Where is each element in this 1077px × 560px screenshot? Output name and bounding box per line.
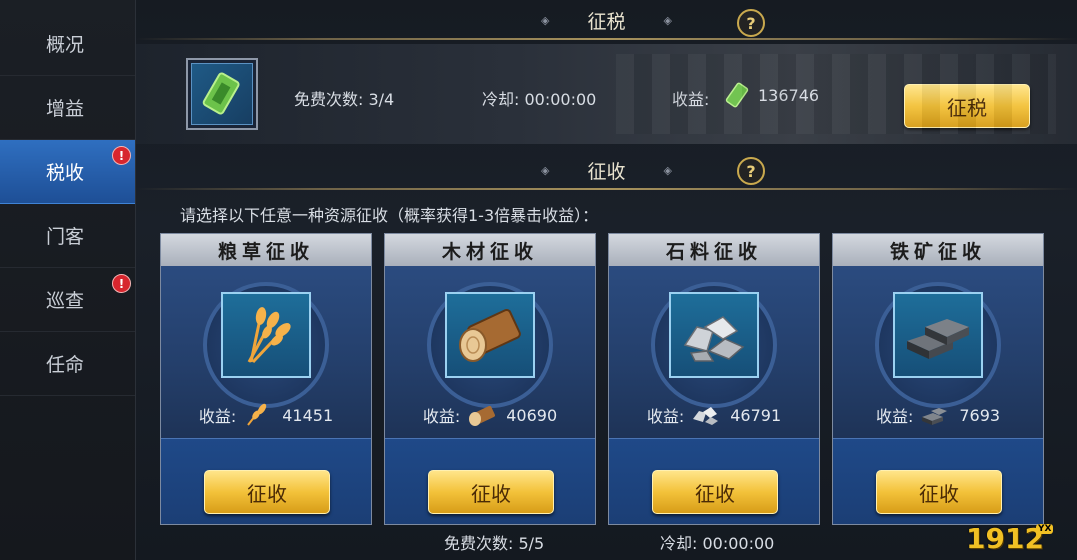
card-title-banner: 石料征收	[609, 234, 819, 266]
wheat-icon	[242, 403, 274, 427]
sidebar-item-buffs[interactable]: 增益	[0, 76, 135, 140]
ornament-icon: ◈	[663, 13, 672, 27]
tax-row: 免费次数: 3/4 冷却: 00:00:00 收益: 136746 征税	[136, 44, 1077, 144]
sidebar-item-retainers[interactable]: 门客	[0, 204, 135, 268]
card-yield: 收益: 40690	[385, 402, 595, 428]
card-title-banner: 铁矿征收	[833, 234, 1043, 266]
sidebar-item-label: 税收	[46, 162, 85, 184]
help-icon[interactable]: ?	[737, 157, 765, 185]
ornament-icon: ◈	[663, 163, 672, 177]
sidebar-item-overview[interactable]: 概况	[0, 12, 135, 76]
tax-item-frame	[186, 58, 258, 130]
iron-collect-button[interactable]: 征收	[876, 470, 1002, 514]
watermark-text: 1912	[966, 522, 1044, 555]
tax-cooldown: 冷却: 00:00:00	[482, 90, 597, 109]
tax-free-count: 免费次数: 3/4	[294, 90, 395, 109]
stone-icon	[690, 403, 722, 427]
grain-collect-button[interactable]: 征收	[204, 470, 330, 514]
watermark-badge: YX	[1036, 524, 1054, 534]
alert-icon: !	[112, 274, 131, 293]
card-yield: 收益: 46791	[609, 402, 819, 428]
sidebar-item-label: 任命	[46, 354, 85, 376]
card-title: 铁矿征收	[889, 240, 986, 263]
log-icon	[445, 292, 535, 378]
card-yield: 收益: 41451	[161, 402, 371, 428]
divider	[136, 188, 1077, 190]
sidebar-item-label: 巡查	[46, 290, 85, 312]
main-panel: ◈ 征税 ◈ ? 免费次数: 3/4 冷却: 00:00:00 收益: 1367…	[136, 0, 1077, 560]
grain-collect-card: 粮草征收 收益: 41451 征收	[160, 233, 372, 525]
stone-collect-card: 石料征收 收益: 46791 征收	[608, 233, 820, 525]
wood-collect-button[interactable]: 征收	[428, 470, 554, 514]
tax-section-title: 征税	[587, 10, 626, 33]
collect-free-count: 免费次数: 5/5	[444, 534, 545, 553]
card-title: 粮草征收	[217, 240, 314, 263]
card-yield-value: 41451	[282, 405, 334, 425]
wood-collect-card: 木材征收 收益: 40690 征收	[384, 233, 596, 525]
collect-instruction: 请选择以下任意一种资源征收（概率获得1-3倍暴击收益）：	[180, 206, 599, 225]
tax-yield-value: 136746	[758, 86, 820, 105]
tax-section-header: ◈ 征税 ◈	[136, 0, 1077, 40]
card-title: 木材征收	[441, 240, 538, 263]
stone-collect-button[interactable]: 征收	[652, 470, 778, 514]
alert-icon: !	[112, 146, 131, 165]
card-yield-value: 40690	[506, 405, 558, 425]
stone-icon	[669, 292, 759, 378]
log-icon	[466, 403, 498, 427]
sidebar: 概况 增益 税收 ! 门客 巡查 ! 任命	[0, 0, 136, 560]
card-yield-label: 收益:	[422, 407, 461, 426]
sidebar-item-label: 概况	[46, 34, 85, 56]
iron-collect-card: 铁矿征收 收益: 7693 征收	[832, 233, 1044, 525]
ornament-icon: ◈	[541, 13, 550, 27]
ornament-icon: ◈	[541, 163, 550, 177]
collect-section-title: 征收	[587, 160, 626, 183]
card-yield-value: 7693	[959, 405, 1001, 425]
sidebar-item-tax[interactable]: 税收 !	[0, 140, 135, 204]
sidebar-item-appoint[interactable]: 任命	[0, 332, 135, 396]
sidebar-item-label: 门客	[46, 226, 85, 248]
card-title-banner: 粮草征收	[161, 234, 371, 266]
watermark-logo: 1912 YX	[966, 522, 1054, 555]
card-yield: 收益: 7693	[833, 402, 1043, 428]
help-icon[interactable]: ?	[737, 9, 765, 37]
tax-yield-label: 收益:	[672, 90, 710, 109]
card-yield-label: 收益:	[198, 407, 237, 426]
card-yield-label: 收益:	[646, 407, 685, 426]
card-title-banner: 木材征收	[385, 234, 595, 266]
collect-section-header: ◈ 征收 ◈	[136, 150, 1077, 190]
jade-token-icon	[722, 82, 752, 112]
iron-icon	[893, 292, 983, 378]
jade-token-icon	[191, 63, 253, 125]
sidebar-item-label: 增益	[46, 98, 85, 120]
card-yield-label: 收益:	[875, 407, 914, 426]
iron-icon	[919, 403, 951, 427]
card-yield-value: 46791	[730, 405, 782, 425]
wheat-icon	[221, 292, 311, 378]
card-title: 石料征收	[665, 240, 762, 263]
divider	[136, 38, 1077, 40]
tax-button[interactable]: 征税	[904, 84, 1030, 128]
sidebar-item-patrol[interactable]: 巡查 !	[0, 268, 135, 332]
collect-cooldown: 冷却: 00:00:00	[660, 534, 775, 553]
